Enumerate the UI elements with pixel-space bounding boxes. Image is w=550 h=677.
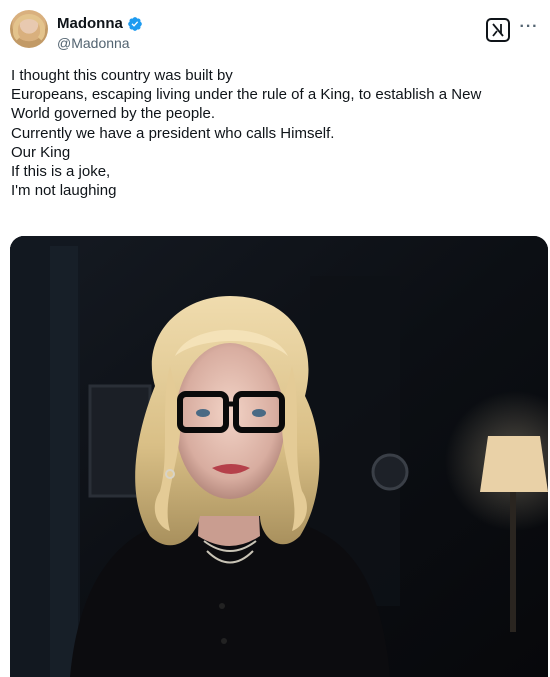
author-handle[interactable]: @Madonna <box>57 35 130 51</box>
tweet-line: If this is a joke, <box>11 163 111 181</box>
avatar[interactable] <box>10 10 48 48</box>
verified-badge-icon <box>128 16 142 31</box>
grok-button[interactable] <box>486 18 510 42</box>
more-options-button[interactable]: ··· <box>518 19 540 38</box>
author-name[interactable]: Madonna <box>57 15 123 32</box>
tweet-photo[interactable] <box>10 236 548 677</box>
tweet-line: I'm not laughing <box>11 182 117 200</box>
grok-icon <box>492 23 504 37</box>
tweet-header: Madonna @Madonna ··· <box>10 10 540 54</box>
tweet-line: Currently we have a president who calls … <box>11 124 335 142</box>
author-name-row: Madonna <box>57 15 143 32</box>
tweet-line: Our King <box>11 143 71 161</box>
tweet-line: Europeans, escaping living under the rul… <box>11 86 482 104</box>
tweet-text: I thought this country was built by Euro… <box>11 66 541 200</box>
tweet-line: World governed by the people. <box>11 105 216 123</box>
portrait-selfie-photo <box>10 236 548 677</box>
tweet-line: I thought this country was built by <box>11 67 233 84</box>
